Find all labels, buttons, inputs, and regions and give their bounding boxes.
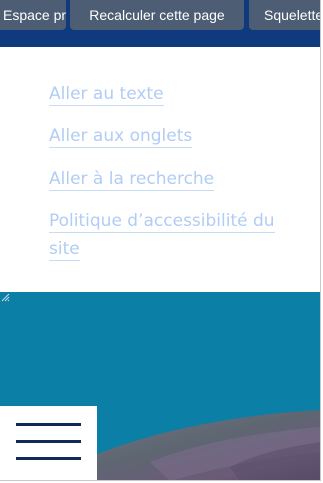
hamburger-menu-icon-bar [16, 457, 81, 460]
menu-toggle-button[interactable] [0, 406, 97, 480]
resize-grip-icon[interactable] [0, 292, 10, 302]
skip-to-content-label: Aller au texte [49, 84, 164, 106]
private-space-button[interactable]: Espace privé [0, 0, 66, 30]
hero-banner [0, 292, 320, 480]
skeleton-button[interactable]: Squelette [249, 0, 320, 30]
page-viewport: Espace privé Recalculer cette page Squel… [0, 0, 321, 481]
skip-to-tabs-label: Aller aux onglets [49, 126, 193, 148]
accessibility-policy-link[interactable]: Politique d’accessibilité du site [49, 207, 279, 263]
hamburger-menu-icon [16, 423, 81, 426]
recalculate-page-button[interactable]: Recalculer cette page [70, 0, 244, 30]
accessibility-policy-label: Politique d’accessibilité du site [49, 211, 275, 261]
skip-to-search-label: Aller à la recherche [49, 169, 215, 191]
admin-toolbar: Espace privé Recalculer cette page Squel… [0, 0, 320, 47]
skip-to-tabs-link[interactable]: Aller aux onglets [49, 122, 193, 150]
skip-to-content-link[interactable]: Aller au texte [49, 80, 164, 108]
hamburger-menu-icon-bar [16, 440, 81, 443]
skip-to-search-link[interactable]: Aller à la recherche [49, 165, 215, 193]
skip-links-nav: Aller au texte Aller aux onglets Aller à… [0, 47, 320, 292]
